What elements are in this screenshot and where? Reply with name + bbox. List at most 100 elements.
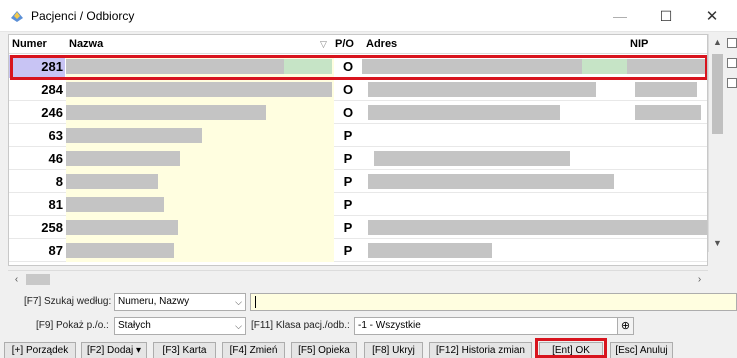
minimize-button[interactable]: — — [597, 0, 643, 32]
search-by-select[interactable]: Numeru, Nazwy ⌵ — [114, 293, 246, 311]
nip-cell — [627, 78, 707, 101]
close-button[interactable]: ✕ — [689, 0, 735, 32]
row-number: 284 — [41, 82, 63, 97]
redacted-text — [362, 59, 582, 74]
horizontal-scrollbar[interactable]: ‹ › — [8, 270, 708, 287]
table-row[interactable]: 8 P — [9, 170, 707, 193]
nip-cell — [627, 124, 707, 147]
redacted-text — [635, 82, 697, 97]
address-cell — [362, 216, 627, 239]
vertical-scrollbar[interactable]: ▲ ▼ — [708, 34, 725, 252]
klasa-value: -1 - Wszystkie — [358, 320, 421, 331]
patient-list-icon — [11, 11, 23, 22]
scroll-down-icon[interactable]: ▼ — [709, 235, 726, 252]
po-cell: O — [342, 59, 354, 74]
name-cell — [66, 101, 334, 124]
table-row[interactable]: 63 P — [9, 124, 707, 147]
columns-icon[interactable] — [727, 38, 737, 48]
name-cell — [66, 193, 334, 216]
po-cell: P — [343, 243, 353, 258]
column-header-nip[interactable]: NIP — [630, 38, 648, 50]
chevron-down-icon: ⌵ — [235, 297, 242, 307]
historia-zmian-button[interactable]: [F12] Historia zmian — [429, 342, 532, 358]
show-select[interactable]: Stałych ⌵ — [114, 317, 246, 335]
redacted-text — [66, 197, 164, 212]
zmien-button[interactable]: [F4] Zmień — [222, 342, 285, 358]
nip-cell — [627, 239, 707, 262]
search-by-value: Numeru, Nazwy — [118, 296, 190, 307]
redacted-text — [627, 220, 707, 235]
nip-cell — [627, 170, 707, 193]
row-number: 281 — [9, 55, 65, 78]
table-row[interactable]: 81 P — [9, 193, 707, 216]
name-cell — [66, 124, 334, 147]
nip-cell — [627, 216, 707, 239]
address-cell — [362, 170, 627, 193]
column-header-po[interactable]: P/O — [335, 38, 354, 50]
row-number: 8 — [55, 174, 63, 189]
porzadek-button[interactable]: [+] Porządek — [4, 342, 76, 358]
search-input[interactable] — [250, 293, 737, 311]
redacted-text — [374, 151, 570, 166]
window-title: Pacjenci / Odbiorcy — [31, 9, 135, 23]
anuluj-button[interactable]: [Esc] Anuluj — [610, 342, 673, 358]
scroll-up-icon[interactable]: ▲ — [709, 34, 726, 51]
po-cell: O — [342, 82, 354, 97]
klasa-lookup-button[interactable]: ⊕ — [617, 317, 634, 335]
address-cell — [362, 78, 627, 101]
name-cell — [66, 239, 334, 262]
button-bar: [+] Porządek [F2] Dodaj ▾ [F3] Karta [F4… — [0, 339, 737, 358]
dodaj-button[interactable]: [F2] Dodaj ▾ — [81, 342, 147, 358]
sort-icon: ▽ — [320, 39, 327, 49]
export-icon[interactable] — [727, 58, 737, 68]
table-row[interactable]: 258 P — [9, 216, 707, 239]
opieka-button[interactable]: [F5] Opieka — [291, 342, 357, 358]
address-cell — [362, 101, 627, 124]
column-header-adres[interactable]: Adres — [366, 38, 397, 50]
row-number: 258 — [41, 220, 63, 235]
patients-grid[interactable]: Numer Nazwa ▽ P/O Adres NIP 281 O 284 O — [8, 34, 708, 266]
ukryj-button[interactable]: [F8] Ukryj — [364, 342, 423, 358]
name-cell — [66, 55, 334, 78]
redacted-text — [66, 59, 284, 74]
redacted-text — [635, 105, 701, 120]
table-row[interactable]: 87 P — [9, 239, 707, 262]
table-row[interactable]: 281 O — [9, 55, 707, 78]
address-cell — [362, 239, 627, 262]
row-number: 63 — [48, 128, 63, 143]
nip-cell — [627, 55, 707, 78]
scroll-left-icon[interactable]: ‹ — [8, 271, 25, 288]
redacted-text — [66, 174, 158, 189]
name-cell — [66, 216, 334, 239]
table-row[interactable]: 246 O — [9, 101, 707, 124]
redacted-text — [627, 59, 707, 74]
chevron-down-icon: ⌵ — [235, 321, 242, 331]
redacted-text — [66, 82, 332, 97]
text-cursor — [255, 296, 256, 308]
column-header-nazwa[interactable]: Nazwa — [69, 38, 103, 50]
scroll-thumb[interactable] — [26, 274, 50, 285]
redacted-text — [368, 174, 614, 189]
column-header-numer[interactable]: Numer — [12, 38, 47, 50]
table-row[interactable]: 284 O — [9, 78, 707, 101]
name-cell — [66, 78, 334, 101]
scroll-right-icon[interactable]: › — [691, 271, 708, 288]
lookup-icon: ⊕ — [620, 320, 631, 332]
address-cell — [362, 124, 627, 147]
scroll-thumb[interactable] — [712, 54, 723, 134]
address-cell — [362, 193, 627, 216]
karta-button[interactable]: [F3] Karta — [153, 342, 216, 358]
row-number: 246 — [41, 105, 63, 120]
name-cell — [66, 147, 334, 170]
address-cell — [362, 55, 627, 78]
title-bar: Pacjenci / Odbiorcy — ☐ ✕ — [0, 0, 737, 32]
table-row[interactable]: 46 P — [9, 147, 707, 170]
nip-cell — [627, 101, 707, 124]
redacted-text — [368, 243, 492, 258]
side-toolbar — [727, 38, 737, 98]
maximize-button[interactable]: ☐ — [643, 0, 689, 32]
show-label: [F9] Pokaż p./o.: — [36, 320, 109, 331]
settings-icon[interactable] — [727, 78, 737, 88]
klasa-field[interactable]: -1 - Wszystkie — [354, 317, 634, 335]
ok-button[interactable]: [Ent] OK — [539, 342, 603, 358]
